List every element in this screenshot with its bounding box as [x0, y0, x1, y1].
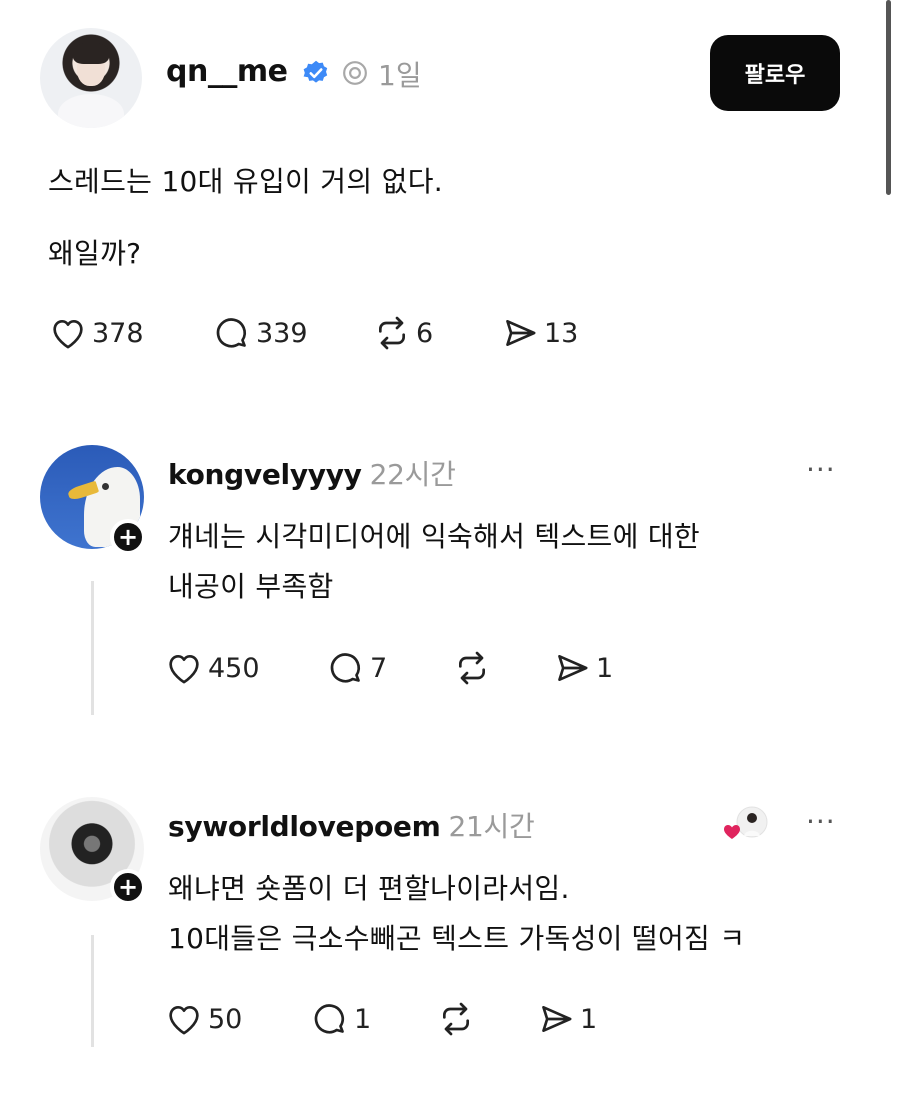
like-button[interactable]: 450	[164, 648, 260, 688]
reply-item: + syworldlovepoem 21시간 ··· 왜냐면 숏폼이 더 편할나이…	[0, 797, 900, 1057]
repost-icon	[459, 651, 485, 685]
verified-badge-icon	[303, 60, 328, 83]
thread-line	[91, 581, 94, 715]
comment-button[interactable]: 339	[212, 313, 308, 353]
share-icon	[506, 320, 536, 346]
post-actions: 378 339 6 13	[48, 313, 648, 353]
post-time: 1일	[378, 59, 422, 92]
share-button[interactable]: 13	[500, 313, 578, 353]
comment-button[interactable]: 7	[326, 648, 387, 688]
heart-icon	[169, 1006, 199, 1035]
reply-username-row: syworldlovepoem 21시간	[168, 805, 535, 845]
repost-button[interactable]	[452, 648, 492, 688]
heart-icon	[169, 655, 199, 684]
reply-actions: 50 1 1	[164, 999, 664, 1039]
follow-plus-button[interactable]: +	[110, 519, 146, 555]
repost-icon	[443, 1002, 469, 1036]
threads-icon	[343, 61, 367, 85]
reply-username[interactable]: kongvelyyyy	[168, 458, 362, 491]
post-username[interactable]: qn__me	[166, 54, 288, 89]
share-button[interactable]: 1	[536, 999, 597, 1039]
like-button[interactable]: 50	[164, 999, 242, 1039]
follow-button[interactable]: 팔로우	[710, 35, 840, 111]
post-text-line2: 왜일까?	[48, 237, 142, 270]
share-button[interactable]: 1	[552, 648, 613, 688]
like-count: 450	[208, 652, 260, 684]
comment-count: 339	[256, 317, 308, 349]
reply-username-row: kongvelyyyy 22시간	[168, 453, 456, 493]
comment-count: 7	[370, 652, 388, 684]
share-count: 1	[580, 1003, 598, 1035]
reply-time: 22시간	[369, 458, 456, 491]
avatar[interactable]	[40, 28, 142, 128]
like-count: 50	[208, 1003, 243, 1035]
share-icon	[542, 1006, 572, 1032]
comment-icon	[330, 653, 360, 683]
repost-icon	[379, 316, 405, 350]
heart-icon	[53, 320, 83, 349]
reply-text-line2: 10대들은 극소수빼곤 텍스트 가독성이 떨어짐 ㅋ	[168, 922, 746, 955]
repost-button[interactable]: 6	[372, 313, 433, 353]
post-header: qn__me 1일 팔로우	[40, 28, 860, 128]
like-button[interactable]: 378	[48, 313, 144, 353]
scrollbar[interactable]	[886, 0, 891, 195]
reply-text-line1: 왜냐면 숏폼이 더 편할나이라서임.	[168, 872, 570, 905]
comment-icon	[216, 318, 246, 348]
liked-by-author-icon	[724, 806, 768, 839]
comment-button[interactable]: 1	[310, 999, 371, 1039]
reply-actions: 450 7 1	[164, 648, 664, 688]
reply-text-line2: 내공이 부족함	[168, 570, 334, 603]
share-icon	[558, 655, 588, 681]
reply-text-line1: 걔네는 시각미디어에 익숙해서 텍스트에 대한	[168, 520, 700, 553]
follow-plus-button[interactable]: +	[110, 869, 146, 905]
more-options-icon[interactable]: ···	[806, 453, 836, 486]
repost-count: 6	[416, 317, 434, 349]
share-count: 13	[544, 317, 579, 349]
reply-item: + kongvelyyyy 22시간 ··· 걔네는 시각미디어에 익숙해서 텍스…	[0, 445, 900, 725]
thread-line	[91, 935, 94, 1047]
share-count: 1	[596, 652, 614, 684]
like-count: 378	[92, 317, 144, 349]
reply-time: 21시간	[448, 810, 535, 843]
comment-count: 1	[354, 1003, 372, 1035]
comment-icon	[314, 1004, 344, 1034]
post-text-line1: 스레드는 10대 유입이 거의 없다.	[48, 165, 443, 198]
reply-username[interactable]: syworldlovepoem	[168, 810, 441, 843]
more-options-icon[interactable]: ···	[806, 805, 836, 838]
repost-button[interactable]	[436, 999, 476, 1039]
